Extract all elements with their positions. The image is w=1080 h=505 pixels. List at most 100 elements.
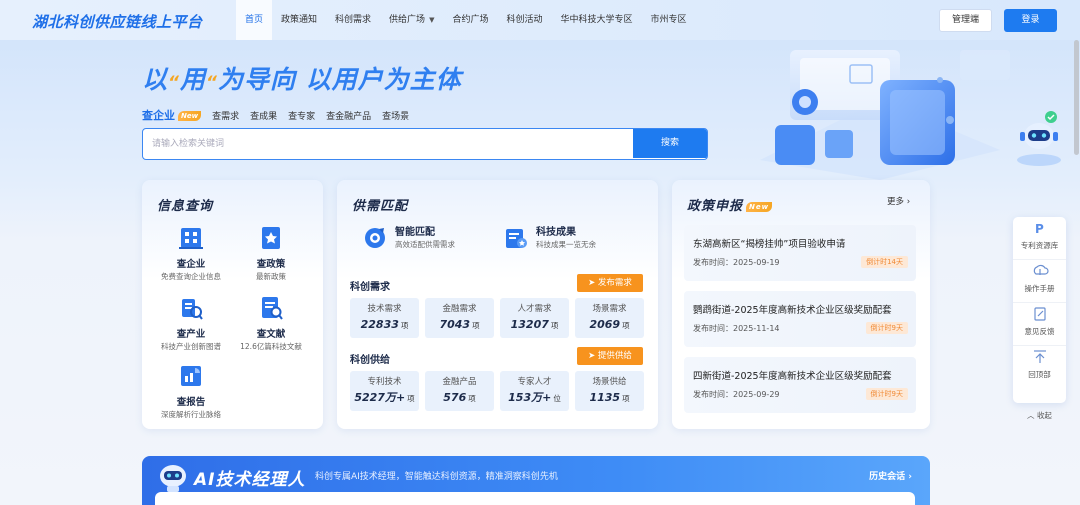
side-tool-patent[interactable]: P 专利资源库 [1013, 221, 1066, 260]
stat-label: 场景供给 [592, 377, 627, 387]
info-item-name: 查报告 [176, 397, 206, 408]
nav-item-demand[interactable]: 科创需求 [326, 0, 380, 40]
stat-value: 153万+ [508, 391, 552, 404]
search-bar: 搜索 [142, 128, 708, 160]
hero-illustration [760, 50, 1010, 180]
collapse-button[interactable]: ︿ 收起 [1013, 410, 1066, 421]
side-tool-manual[interactable]: 操作手册 [1013, 264, 1066, 303]
info-item-industry[interactable]: 查产业 科技产业创新图谱 [151, 295, 231, 352]
stat-value: 22833 [360, 318, 399, 331]
svg-text:P: P [1035, 222, 1044, 235]
stat-value-line: 5227万+ 项 [350, 391, 419, 405]
policy-item[interactable]: 东湖高新区“揭榜挂帅”项目验收申请 发布时间：2025-09-19 倒计时14天 [684, 225, 916, 281]
search-tabs: 查企业 New 查需求 查成果 查专家 查金融产品 查场景 [142, 107, 420, 123]
feature-name: 智能匹配 [395, 227, 435, 238]
countdown-badge: 倒计时9天 [865, 322, 908, 334]
policy-item-date: 发布时间：2025-09-19 [693, 257, 780, 268]
policy-item[interactable]: 四新街道-2025年度高新技术企业区级奖励配套 发布时间：2025-09-29 … [684, 357, 916, 413]
policy-date-label: 发布时间： [693, 258, 733, 267]
policy-icon [262, 227, 280, 249]
more-link[interactable]: 更多 › [887, 195, 910, 207]
stat-unit: 项 [468, 394, 476, 403]
chevron-right-icon: › [906, 197, 911, 207]
info-item-report[interactable]: 查报告 深度解析行业脉络 [151, 363, 231, 420]
demand-subtitle: 科创需求 [350, 282, 390, 293]
policy-item[interactable]: 鹦鹉街道-2025年度高新技术企业区级奖励配套 发布时间：2025-11-14 … [684, 291, 916, 347]
info-item-desc: 最新政策 [256, 272, 286, 281]
manual-icon [1033, 264, 1049, 275]
stat-value: 7043 [439, 318, 471, 331]
stat-value: 576 [443, 391, 467, 404]
send-icon: ➤ [588, 278, 598, 288]
stat-tech-demand[interactable]: 技术需求 22833 项 [350, 298, 419, 338]
stat-talent-demand[interactable]: 人才需求 13207 项 [500, 298, 569, 338]
info-item-enterprise[interactable]: 查企业 免费查询企业信息 [151, 225, 231, 282]
slogan-quote-open: “ [168, 73, 180, 93]
info-item-desc: 免费查询企业信息 [161, 272, 221, 281]
stat-scenario-demand[interactable]: 场景需求 2069 项 [575, 298, 644, 338]
patent-icon: P [1035, 222, 1044, 236]
stat-finance-demand[interactable]: 金融需求 7043 项 [425, 298, 494, 338]
ai-chat-panel [155, 492, 915, 505]
nav-item-hust-zone[interactable]: 华中科技大学专区 [551, 0, 641, 40]
side-tool-feedback[interactable]: 意见反馈 [1013, 307, 1066, 346]
chevron-right-icon: › [908, 472, 912, 482]
info-item-policy[interactable]: 查政策 最新政策 [231, 225, 311, 282]
search-tab-enterprise[interactable]: 查企业 New [142, 107, 202, 123]
stat-value-line: 1135 项 [575, 391, 644, 405]
stat-value-line: 13207 项 [500, 318, 569, 332]
search-input[interactable] [143, 129, 635, 158]
feature-text: 科技成果 科技成果一览无余 [536, 226, 596, 250]
info-item-literature[interactable]: 查文献 12.6亿篇科技文献 [231, 295, 311, 352]
collapse-label: 收起 [1036, 411, 1052, 420]
nav-item-activities[interactable]: 科创活动 [497, 0, 551, 40]
chat-bot-icon[interactable] [1014, 108, 1064, 170]
feature-tech-achievement[interactable]: 科技成果 科技成果一览无余 [504, 226, 596, 250]
stat-unit: 项 [550, 321, 559, 330]
stat-value: 13207 [510, 318, 549, 331]
supply-subtitle: 科创供给 [350, 355, 390, 366]
history-session-link[interactable]: 历史会话 › [869, 469, 912, 482]
nav-item-city-zone[interactable]: 市州专区 [642, 0, 696, 40]
stat-unit: 项 [407, 394, 415, 403]
stat-finance-product[interactable]: 金融产品 576 项 [425, 371, 494, 411]
provide-supply-button[interactable]: ➤ 提供供给 [577, 347, 643, 365]
policy-item-date: 发布时间：2025-09-29 [693, 389, 780, 400]
stat-label: 人才需求 [517, 304, 552, 314]
search-button[interactable]: 搜索 [633, 129, 707, 158]
search-tab-achievement[interactable]: 查成果 [250, 109, 277, 122]
nav-item-policy-notice[interactable]: 政策通知 [272, 0, 326, 40]
policy-date-value: 2025-09-29 [733, 390, 780, 399]
ai-manager-banner: AI技术经理人 科创专属AI技术经理，智能触达科创资源，精准洞察科创先机 历史会… [142, 456, 930, 505]
search-tab-expert[interactable]: 查专家 [288, 109, 315, 122]
feature-smart-match[interactable]: 智能匹配 高效适配供需需求 [363, 226, 455, 250]
nav-item-contract[interactable]: 合约广场 [443, 0, 497, 40]
login-button[interactable]: 登录 [1004, 9, 1057, 32]
stat-value-line: 153万+ 位 [500, 391, 569, 405]
stat-expert[interactable]: 专家人才 153万+ 位 [500, 371, 569, 411]
search-tab-scenario[interactable]: 查场景 [382, 109, 409, 122]
slogan-quote-close: “ [205, 73, 218, 93]
stat-label: 金融产品 [442, 377, 477, 387]
stat-value: 5227万+ [354, 391, 406, 404]
feature-name: 科技成果 [536, 227, 576, 238]
admin-button[interactable]: 管理端 [939, 9, 992, 32]
side-tool-back-to-top[interactable]: 回顶部 [1013, 350, 1066, 389]
search-tab-demand[interactable]: 查需求 [212, 109, 239, 122]
info-item-desc: 12.6亿篇科技文献 [240, 342, 302, 351]
stat-patent[interactable]: 专利技术 5227万+ 项 [350, 371, 419, 411]
nav-item-supply[interactable]: 供给广场 ▼ [380, 0, 443, 40]
policy-item-title: 鹦鹉街道-2025年度高新技术企业区级奖励配套 [693, 305, 892, 316]
tech-achievement-icon [506, 229, 527, 248]
stat-scenario-supply[interactable]: 场景供给 1135 项 [575, 371, 644, 411]
info-item-name: 查企业 [176, 259, 206, 270]
site-logo[interactable]: 湖北科创供应链线上平台 [32, 11, 203, 32]
feature-text: 智能匹配 高效适配供需需求 [395, 226, 455, 250]
countdown-badge: 倒计时14天 [861, 256, 908, 268]
publish-demand-button[interactable]: ➤ 发布需求 [577, 274, 643, 292]
scrollbar[interactable] [1074, 40, 1079, 155]
enterprise-icon [179, 228, 203, 249]
search-tab-finance-product[interactable]: 查金融产品 [326, 109, 371, 122]
policy-apply-title: 政策申报 New [687, 195, 773, 214]
nav-item-home[interactable]: 首页 [236, 0, 273, 40]
